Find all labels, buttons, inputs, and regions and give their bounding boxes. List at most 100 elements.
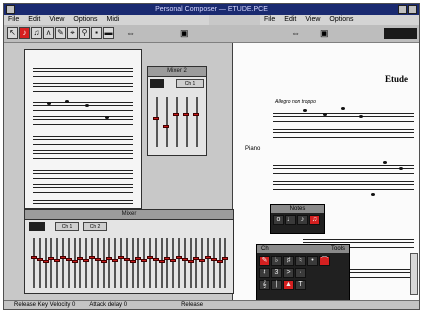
note-head	[383, 161, 387, 164]
tool-cursor[interactable]: ⌖	[67, 27, 78, 39]
fader-track	[160, 238, 163, 288]
nav-arrows-icon-2[interactable]: ⇔	[291, 28, 300, 38]
tools-palette: Ch Tools ✎ ♭ ♯ ♮ • ⌒ 𝄽 3 > · 𝄞 | ▲ T	[256, 244, 350, 302]
note-head	[371, 193, 375, 196]
menu-options[interactable]: Options	[73, 15, 97, 25]
score-thumbnail-window[interactable]	[24, 49, 142, 209]
fader-track	[108, 238, 111, 288]
fader-track	[166, 97, 168, 147]
fader-knob[interactable]	[163, 125, 169, 128]
menu-options-2[interactable]: Options	[329, 15, 353, 25]
fader-knob[interactable]	[170, 259, 177, 262]
fader-knob[interactable]	[141, 259, 148, 262]
fader-track	[96, 238, 99, 288]
system-menu-button[interactable]	[6, 5, 15, 14]
text-icon[interactable]: T	[295, 280, 306, 290]
maximize-button[interactable]	[408, 5, 417, 14]
fader-track	[79, 238, 82, 288]
tool-marker[interactable]: ▬	[103, 27, 114, 39]
menu-file-2[interactable]: File	[264, 15, 275, 25]
fader-knob[interactable]	[222, 257, 229, 260]
zoom-icon[interactable]: ⚲	[79, 27, 90, 39]
pencil-icon[interactable]: ✎	[259, 256, 270, 266]
natural-icon[interactable]: ♮	[295, 256, 306, 266]
fader-knob[interactable]	[199, 259, 206, 262]
note-head	[105, 116, 109, 119]
whole-note-icon[interactable]: o	[273, 215, 284, 225]
mixer-title: Mixer	[25, 210, 233, 220]
mixer2-channel-button[interactable]: Ch 1	[176, 79, 204, 88]
fader-track	[154, 238, 157, 288]
dot-icon[interactable]: •	[307, 256, 318, 266]
clef-icon[interactable]: 𝄞	[259, 280, 270, 290]
note-head	[85, 104, 89, 107]
fader-knob[interactable]	[54, 259, 61, 262]
fader-knob[interactable]	[71, 260, 78, 263]
menu-midi[interactable]: Midi	[107, 15, 120, 25]
fader-knob[interactable]	[187, 260, 194, 263]
staff-line	[33, 136, 133, 145]
note-head	[65, 100, 69, 103]
fader-knob[interactable]	[193, 113, 199, 116]
title-bar: Personal Composer — ETUDE.PCE	[4, 4, 419, 15]
menu-view-2[interactable]: View	[305, 15, 320, 25]
printer-icon-2[interactable]: ▣	[320, 28, 329, 39]
quarter-note-icon[interactable]: ♪	[297, 215, 308, 225]
staff-line	[33, 83, 133, 92]
note-head	[341, 107, 345, 110]
tool-note[interactable]: ♪	[19, 27, 30, 39]
fader-track	[120, 238, 122, 288]
scrollbar[interactable]	[410, 253, 418, 295]
tool-rest[interactable]: ʌ	[43, 27, 54, 39]
mixer2-display	[150, 79, 164, 88]
fader-knob[interactable]	[158, 260, 165, 263]
fader-track	[189, 238, 192, 288]
fader-track	[176, 97, 178, 147]
half-note-icon[interactable]: ♩	[285, 215, 296, 225]
fader-knob[interactable]	[129, 260, 136, 263]
menu-edit[interactable]: Edit	[28, 15, 40, 25]
tool-eighth[interactable]: ♫	[31, 27, 42, 39]
fader-track	[201, 238, 204, 288]
notes-palette: Notes o ♩ ♪ ♫	[270, 204, 325, 234]
fader-knob[interactable]	[173, 113, 179, 116]
fader-knob[interactable]	[216, 260, 223, 263]
fader-track	[102, 238, 105, 288]
sharp-icon[interactable]: ♯	[283, 256, 294, 266]
fader-track	[114, 238, 117, 288]
tool-pointer[interactable]: ↖	[7, 27, 18, 39]
select-icon[interactable]: ▲	[283, 280, 294, 290]
printer-icon[interactable]: ▣	[180, 28, 189, 39]
accent-icon[interactable]: >	[283, 268, 294, 278]
tool-pencil[interactable]: ✎	[55, 27, 66, 39]
menu-edit-2[interactable]: Edit	[284, 15, 296, 25]
staff-treble	[273, 113, 414, 122]
nav-arrows-icon[interactable]: ⇔	[126, 28, 135, 38]
notes-palette-title: Notes	[271, 205, 324, 213]
tool-eraser[interactable]: ▪	[91, 27, 102, 39]
staccato-icon[interactable]: ·	[295, 268, 306, 278]
fader-knob[interactable]	[183, 113, 189, 116]
fader-knob[interactable]	[42, 260, 49, 263]
minimize-button[interactable]	[398, 5, 407, 14]
fader-knob[interactable]	[112, 259, 119, 262]
eighth-note-icon[interactable]: ♫	[309, 215, 320, 225]
fader-knob[interactable]	[83, 259, 90, 262]
score-title: Etude	[385, 74, 409, 84]
mixer-display	[29, 222, 45, 231]
flat-icon[interactable]: ♭	[271, 256, 282, 266]
status-release-velocity: Release Key Velocity 0	[14, 302, 76, 308]
tie-icon[interactable]: ⌒	[319, 256, 330, 266]
bar-icon[interactable]: |	[271, 280, 282, 290]
mixer2-panel: Mixer 2 Ch 1	[147, 66, 207, 156]
menu-view[interactable]: View	[49, 15, 64, 25]
menu-file[interactable]: File	[8, 15, 19, 25]
fader-knob[interactable]	[100, 260, 107, 263]
fader-track	[186, 97, 188, 147]
triplet-icon[interactable]: 3	[271, 268, 282, 278]
fader-knob[interactable]	[153, 117, 159, 120]
staff-bass	[273, 129, 414, 138]
mixer-channel-button[interactable]: Ch 1	[55, 222, 79, 231]
rest-icon[interactable]: 𝄽	[259, 268, 270, 278]
mixer-channel-button-2[interactable]: Ch 2	[83, 222, 107, 231]
